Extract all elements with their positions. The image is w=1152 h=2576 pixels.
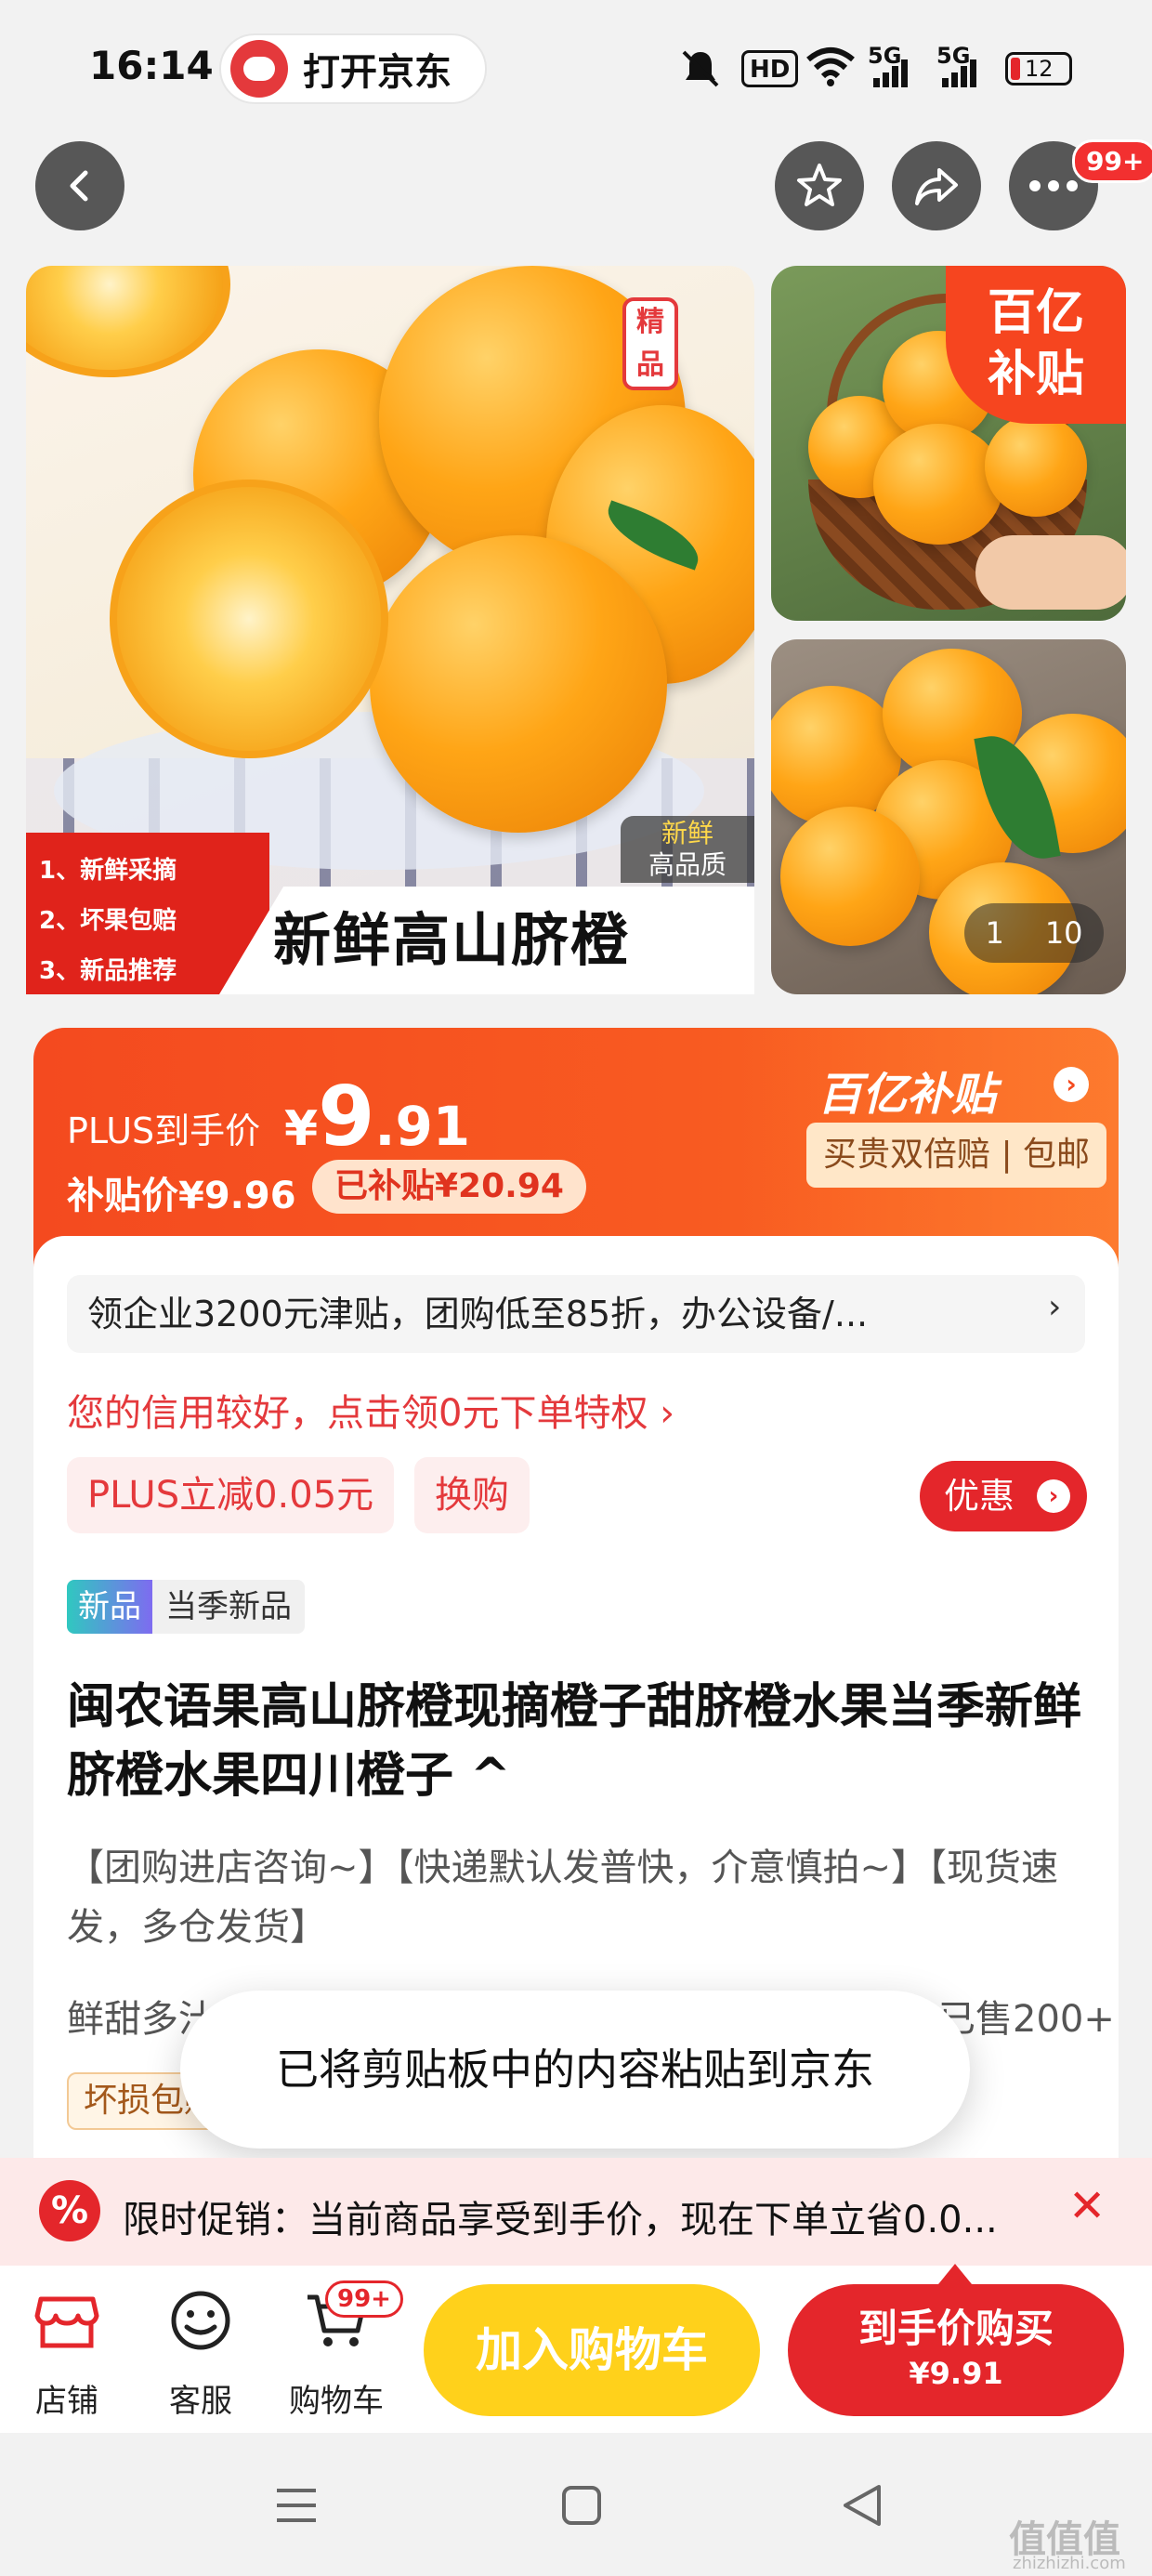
subsidy-corner-tag: 百亿 补贴: [946, 266, 1126, 424]
battery-level: 12: [1025, 56, 1054, 82]
shop-label: 店铺: [35, 2383, 98, 2420]
product-description: 【团购进店咨询~】【快递默认发普快，介意慎拍~】【现货速发，多仓发货】: [67, 1847, 1059, 1949]
credit-privilege-link[interactable]: 您的信用较好，点击领0元下单特权 ›: [67, 1383, 674, 1437]
more-notification-badge: 99+: [1072, 139, 1152, 183]
signal-icon-2: [942, 59, 976, 87]
subsidy-tag-line2: 补贴: [987, 347, 1084, 402]
chevron-right-icon: ›: [1048, 1288, 1062, 1326]
open-jd-app-button[interactable]: 打开京东: [219, 33, 487, 104]
discount-button-label: 优惠: [944, 1476, 1015, 1517]
shop-nav-item[interactable]: 店铺: [11, 2290, 123, 2421]
more-dots-icon: [1029, 180, 1078, 191]
feature-bullet: 2、坏果包赔: [39, 907, 177, 935]
product-title[interactable]: 闽农语果高山脐橙现摘橙子甜脐橙水果当季新鲜脐橙水果四川橙子 ^: [67, 1673, 1089, 1810]
new-badge-label: 新品: [67, 1580, 152, 1634]
feature-bullets: 1、新鲜采摘 2、坏果包赔 3、新品推荐: [26, 833, 269, 994]
price-integer: 9: [318, 1069, 375, 1164]
back-triangle-icon[interactable]: [842, 2483, 883, 2528]
product-banner-text: 新鲜高山脐橙: [219, 887, 754, 994]
fresh-tag-line2: 高品质: [648, 849, 727, 880]
percent-icon: %: [39, 2180, 100, 2241]
image-counter-total: 10: [1044, 915, 1083, 951]
cart-count-badge: 99+: [325, 2280, 403, 2318]
clipboard-toast: 已将剪贴板中的内容粘贴到京东: [180, 1991, 970, 2149]
customer-service-label: 客服: [169, 2383, 232, 2420]
cart-label: 购物车: [289, 2383, 384, 2420]
shop-icon: [11, 2290, 123, 2366]
limited-promo-text: 限时促销：当前商品享受到手价，现在下单立省0.0...: [123, 2199, 998, 2241]
price-currency: ¥: [284, 1101, 319, 1157]
signal-icon: [873, 59, 908, 87]
plus-discount-chip[interactable]: PLUS立减0.05元: [67, 1457, 395, 1533]
customer-service-nav-item[interactable]: 客服: [145, 2290, 256, 2421]
guarantee-badge[interactable]: 买贵双倍赔 | 包邮: [806, 1123, 1107, 1188]
back-button[interactable]: [35, 141, 124, 230]
plus-price-label: PLUS到手价: [67, 1111, 261, 1151]
watermark-url: zhizhizhi.com: [1013, 2554, 1126, 2573]
share-icon: [915, 168, 958, 205]
buy-now-label: 到手价购买: [857, 2306, 1054, 2351]
image-counter: 1 10: [964, 903, 1104, 963]
discount-button[interactable]: 优惠 ›: [920, 1461, 1087, 1531]
favorite-button[interactable]: [775, 141, 864, 230]
buy-now-button[interactable]: 到手价购买 ¥9.91: [788, 2284, 1124, 2416]
new-badge-text: 当季新品: [165, 1588, 292, 1625]
star-icon: [797, 164, 842, 206]
swap-buy-chip[interactable]: 换购: [414, 1457, 530, 1533]
jd-logo-icon: [230, 40, 288, 98]
subsidized-amount-badge: 已补贴¥20.94: [312, 1160, 586, 1214]
buy-now-price: ¥9.91: [909, 2356, 1003, 2391]
open-jd-app-label: 打开京东: [303, 51, 452, 94]
chevron-right-icon: ›: [1037, 1479, 1070, 1513]
close-icon[interactable]: ✕: [1068, 2180, 1106, 2232]
subsidy-price: 补贴价¥9.96: [67, 1175, 296, 1217]
feature-bullet: 1、新鲜采摘: [39, 857, 177, 885]
plus-price-value: ¥9.91: [284, 1069, 470, 1164]
add-to-cart-button[interactable]: 加入购物车: [424, 2284, 760, 2416]
fresh-quality-tag: 新鲜 高品质: [621, 816, 754, 883]
hd-icon: HD: [741, 50, 799, 87]
status-time: 16:14: [89, 43, 214, 88]
subsidy-tag-line1: 百亿: [987, 285, 1084, 341]
menu-icon[interactable]: [275, 2487, 318, 2524]
image-counter-current: 1: [985, 915, 1004, 951]
new-product-badge: 新品 当季新品: [67, 1580, 305, 1634]
wifi-icon: [806, 47, 855, 86]
home-icon[interactable]: [561, 2485, 602, 2526]
premium-tag: 精品: [622, 297, 678, 390]
price-decimal: .91: [374, 1095, 471, 1158]
mute-icon: [682, 50, 719, 87]
subsidy-brand-link[interactable]: 百亿补贴: [818, 1058, 996, 1123]
back-arrow-icon: [70, 170, 88, 202]
enterprise-promo-row[interactable]: 领企业3200元津贴，团购低至85折，办公设备/...: [67, 1275, 1085, 1353]
status-bar: 16:14 打开京东 HD 5G 5G 12: [0, 0, 1152, 139]
chat-face-icon: [145, 2290, 256, 2366]
buy-pointer-arrow: [938, 2264, 972, 2284]
battery-icon: 12: [1005, 52, 1072, 85]
share-button[interactable]: [892, 141, 981, 230]
chevron-right-icon[interactable]: ›: [1054, 1067, 1089, 1102]
fresh-tag-line1: 新鲜: [661, 818, 713, 848]
sold-count: 已售200+: [938, 1998, 1115, 2041]
